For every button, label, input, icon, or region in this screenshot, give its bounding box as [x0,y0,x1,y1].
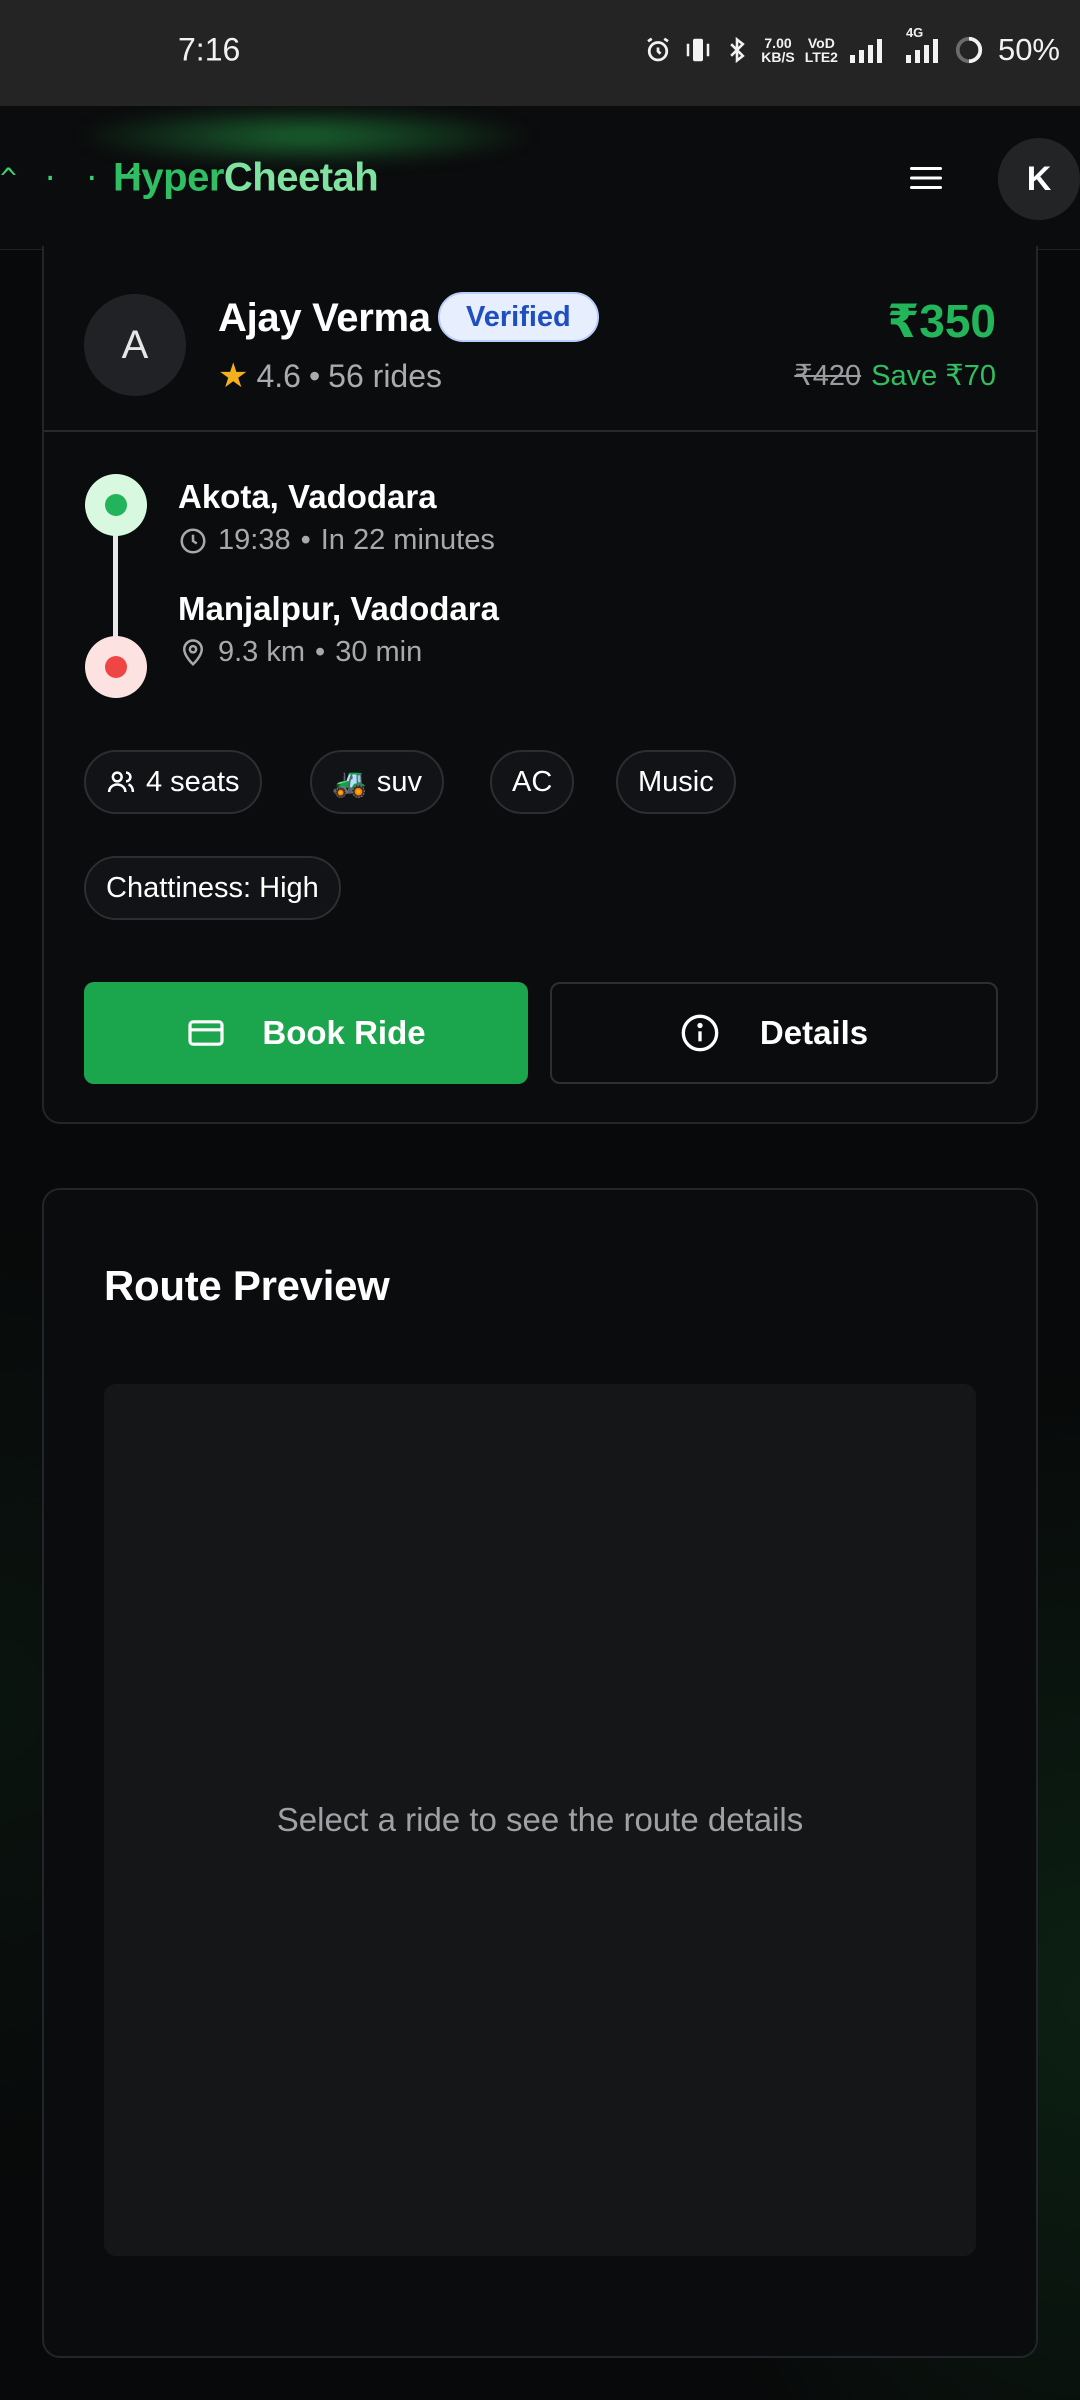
net-speed-indicator: 7.00 KB/S [761,35,795,65]
route-preview-card: Route Preview Select a ride to see the r… [42,1188,1038,2358]
rating-separator: • [308,357,321,394]
driver-row: A Ajay Verma Verified ★ 4.6 • 56 rides ₹… [44,246,1036,432]
vehicle-icon: 🚜 [332,766,367,798]
book-ride-label: Book Ride [262,1014,426,1051]
book-ride-button[interactable]: Book Ride [84,982,528,1084]
meta-separator: • [300,524,311,556]
pickup-dot-icon [85,474,147,536]
pickup-eta: In 22 minutes [320,524,495,556]
music-chip: Music [616,750,736,814]
users-icon [107,771,135,793]
app-logo[interactable]: HyperCheetah [113,155,379,201]
driver-name: Ajay Verma [218,296,431,340]
chattiness-label: Chattiness: High [106,871,319,904]
menu-button[interactable] [896,152,956,204]
route-preview-title: Route Preview [104,1262,390,1309]
pickup-location: Akota, Vadodara [178,478,437,515]
details-label: Details [759,1014,869,1051]
vehicle-chip: 🚜 suv [310,750,445,814]
pickup-time: 19:38 [218,524,291,556]
status-icons: 7.00 KB/S VoD LTE2 4G 50% [643,25,1060,68]
bluetooth-icon [723,35,751,65]
trip-duration: 30 min [335,636,423,668]
dropoff-location: Manjalpur, Vadodara [178,590,499,627]
pickup-meta: 19:38 • In 22 minutes [178,524,495,557]
chattiness-chip: Chattiness: High [84,856,341,920]
original-price: ₹420 [794,360,862,392]
dropoff-meta: 9.3 km • 30 min [178,636,422,669]
info-icon [681,1014,719,1052]
vehicle-label: suv [376,765,423,798]
seats-chip: 4 seats [84,750,262,814]
ride-card: A Ajay Verma Verified ★ 4.6 • 56 rides ₹… [42,246,1038,1124]
star-icon: ★ [218,357,249,395]
ride-price: ₹350 [887,295,996,347]
verified-badge: Verified [438,292,599,342]
price-discount: ₹420 Save ₹70 [794,358,996,393]
credit-card-icon [188,1020,225,1046]
status-bar: 7:16 7.00 KB/S VoD LTE2 4G 50% [0,0,1080,106]
ride-count: 56 rides [328,357,443,394]
rating-value: 4.6 [256,357,301,394]
battery-icon [954,35,984,65]
volte-indicator: VoD LTE2 [804,35,838,65]
ac-label: AC [512,765,553,798]
vibrate-icon [683,35,713,65]
music-label: Music [638,765,714,798]
driver-rating: ★ 4.6 • 56 rides [218,356,442,396]
driver-avatar: A [84,294,186,396]
details-button[interactable]: Details [550,982,998,1084]
status-time: 7:16 [178,31,241,68]
alarm-icon [643,35,673,65]
clock-icon [180,528,206,553]
hamburger-menu-icon [910,167,942,189]
savings-text: Save ₹70 [871,360,996,392]
battery-level: 50% [997,32,1060,67]
user-avatar[interactable]: K [998,138,1080,220]
signal-4g-icon: 4G [898,25,944,65]
route-preview-empty-text: Select a ride to see the route details [276,1801,804,1838]
app-header: ^ · · ^ HyperCheetah K [0,106,1080,250]
logo-text-hyper: Hyper [113,155,224,200]
trip-distance: 9.3 km [218,636,306,668]
location-pin-icon [182,638,204,666]
seats-label: 4 seats [146,765,240,798]
dropoff-dot-icon [85,636,147,698]
ac-chip: AC [490,750,575,814]
route-preview-map: Select a ride to see the route details [104,1384,976,2256]
signal-icon [848,35,888,65]
meta-separator: • [315,636,326,668]
logo-text-cheetah: Cheetah [223,155,379,200]
